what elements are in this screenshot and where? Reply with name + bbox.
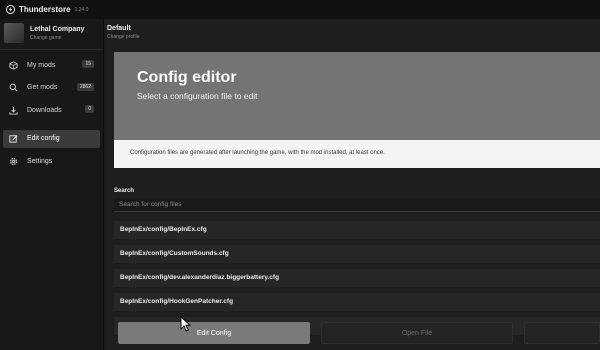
search-icon xyxy=(9,83,18,92)
change-game-link[interactable]: Change game xyxy=(30,35,84,41)
sidebar: Lethal Company Change game My mods 15 Ge… xyxy=(0,19,104,350)
main-content: Default Change profile Config editor Sel… xyxy=(105,19,600,350)
info-notice: Configuration files are generated after … xyxy=(114,140,600,168)
sidebar-item-label: Edit config xyxy=(27,135,60,142)
change-profile-link[interactable]: Change profile xyxy=(107,34,600,40)
extra-action-button[interactable] xyxy=(524,322,600,344)
app-window: Thunderstore 1.24.0 Lethal Company Chang… xyxy=(0,0,600,350)
list-item[interactable]: BepInEx/config/BepInEx.cfg xyxy=(114,221,600,239)
sidebar-item-get-mods[interactable]: Get mods 2862 xyxy=(3,79,100,97)
list-item[interactable]: BepInEx/config/HookGenPatcher.cfg xyxy=(114,293,600,311)
game-title: Lethal Company xyxy=(30,25,85,33)
sidebar-item-settings[interactable]: Settings xyxy=(3,152,100,170)
list-item[interactable]: BepInEx/config/dev.alexanderdiaz.biggerb… xyxy=(114,269,600,287)
page-subtitle: Select a configuration file to edit xyxy=(137,91,258,101)
page-header: Config editor Select a configuration fil… xyxy=(114,52,600,140)
app-version: 1.24.0 xyxy=(74,7,89,13)
sidebar-item-label: My mods xyxy=(27,61,56,69)
sidebar-item-label: Downloads xyxy=(27,106,62,114)
download-icon xyxy=(9,106,18,115)
sidebar-item-edit-config[interactable]: Edit config xyxy=(3,129,100,148)
profile-name: Default xyxy=(107,25,131,32)
mouse-cursor-icon xyxy=(180,316,192,332)
page-title: Config editor xyxy=(137,69,237,86)
sidebar-item-downloads[interactable]: Downloads 0 xyxy=(3,101,100,119)
gear-icon xyxy=(9,157,18,166)
profile-selector[interactable]: Default Change profile xyxy=(105,19,600,45)
game-selector[interactable]: Lethal Company Change game xyxy=(0,19,103,47)
game-thumbnail xyxy=(4,23,24,43)
thunderstore-logo-icon xyxy=(6,5,15,14)
search-input[interactable] xyxy=(114,198,600,212)
list-item[interactable]: BepInEx/config/CustomSounds.cfg xyxy=(114,245,600,263)
search-label: Search xyxy=(114,188,135,194)
open-file-button[interactable]: Open File xyxy=(321,322,513,344)
title-bar: Thunderstore 1.24.0 xyxy=(0,0,600,19)
available-mods-badge: 2862 xyxy=(76,82,94,91)
edit-config-button[interactable]: Edit Config xyxy=(118,322,310,344)
sidebar-divider xyxy=(0,49,103,50)
edit-icon xyxy=(9,134,18,143)
sidebar-item-my-mods[interactable]: My mods 15 xyxy=(3,56,100,74)
mods-count-badge: 15 xyxy=(82,60,94,68)
mods-icon xyxy=(9,60,18,70)
sidebar-item-label: Settings xyxy=(27,157,53,165)
downloads-count-badge: 0 xyxy=(85,105,94,113)
sidebar-item-label: Get mods xyxy=(27,84,58,91)
app-name: Thunderstore xyxy=(19,5,71,14)
